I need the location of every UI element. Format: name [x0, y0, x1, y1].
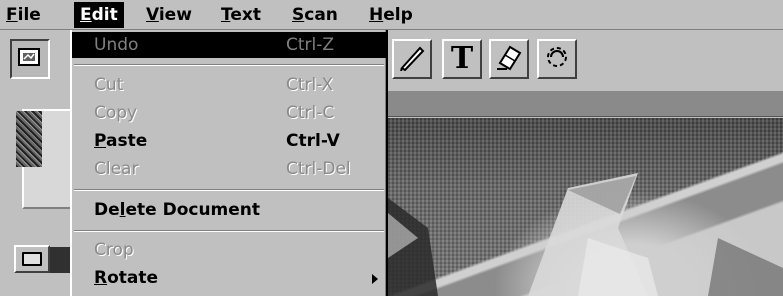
menu-edit-rest: dit: [91, 5, 118, 25]
edit-menu-dropdown: Undo Ctrl-Z Cut Ctrl-X Copy Ctrl-C Paste…: [70, 30, 388, 296]
menu-view[interactable]: View: [140, 2, 198, 28]
menu-file[interactable]: File: [0, 2, 47, 28]
folder-button[interactable]: [14, 245, 50, 273]
menu-help[interactable]: Help: [363, 2, 419, 28]
paste-rest: aste: [106, 131, 148, 151]
scanner-icon: [18, 46, 42, 72]
undo-label: Undo: [94, 35, 139, 55]
cat-photo: [388, 173, 783, 296]
scanner-button[interactable]: [10, 39, 50, 79]
menu-item-copy[interactable]: Copy Ctrl-C: [72, 100, 386, 126]
paste-accel: P: [94, 131, 107, 151]
folder-icon: [22, 252, 42, 266]
crop-label: Crop: [94, 240, 134, 260]
menu-help-rest: elp: [383, 5, 413, 25]
menu-help-accel: H: [369, 5, 384, 25]
menu-item-clear[interactable]: Clear Ctrl-Del: [72, 156, 386, 182]
menu-item-rotate[interactable]: Rotate: [72, 265, 386, 291]
menu-separator: [74, 230, 384, 232]
pen-tool-button[interactable]: [392, 39, 432, 79]
menu-text-accel: T: [221, 5, 231, 25]
menu-item-undo[interactable]: Undo Ctrl-Z: [72, 32, 386, 58]
menu-view-accel: V: [146, 5, 159, 25]
menu-separator: [74, 64, 384, 66]
document-title-bar: [388, 91, 783, 117]
menu-edit[interactable]: Edit: [74, 2, 124, 28]
submenu-arrow-icon: [372, 274, 378, 284]
menu-bar: File Edit View Text Scan Help: [0, 0, 783, 30]
menu-item-cut[interactable]: Cut Ctrl-X: [72, 72, 386, 98]
menu-scan-rest: can: [304, 5, 338, 25]
cut-label: Cut: [94, 75, 124, 95]
delete-document-pre: De: [94, 200, 120, 220]
clear-label: Clear: [94, 159, 139, 179]
lasso-tool-button[interactable]: [537, 39, 577, 79]
rotate-rest: otate: [107, 268, 159, 288]
menu-file-rest: ile: [17, 5, 41, 25]
document-thumbnail[interactable]: [16, 111, 42, 167]
menu-text[interactable]: Text: [215, 2, 267, 28]
menu-item-delete-document[interactable]: Delete Document: [72, 197, 386, 223]
undo-shortcut: Ctrl-Z: [286, 35, 335, 55]
menu-view-rest: iew: [158, 5, 192, 25]
text-tool-button[interactable]: T: [442, 39, 482, 79]
pen-icon: [398, 43, 426, 75]
lasso-icon: [543, 43, 571, 75]
menu-separator: [74, 189, 384, 191]
delete-document-label: Delete Document: [94, 197, 260, 223]
menu-text-rest: ext: [230, 5, 261, 25]
paste-label: Paste: [94, 128, 147, 154]
text-icon: T: [450, 41, 474, 76]
menu-item-crop[interactable]: Crop: [72, 237, 386, 263]
menu-scan[interactable]: Scan: [286, 2, 344, 28]
clear-shortcut: Ctrl-Del: [286, 159, 351, 179]
eraser-tool-button[interactable]: [489, 39, 529, 79]
menu-file-accel: F: [6, 5, 18, 25]
menu-edit-accel: E: [80, 5, 92, 25]
copy-shortcut: Ctrl-C: [286, 103, 335, 123]
rotate-accel: R: [94, 268, 108, 288]
left-panel: [0, 91, 74, 296]
menu-scan-accel: S: [292, 5, 305, 25]
eraser-icon: [495, 43, 523, 75]
cut-shortcut: Ctrl-X: [286, 75, 334, 95]
menu-item-paste[interactable]: Paste Ctrl-V: [72, 128, 386, 154]
delete-document-rest: ete Document: [125, 200, 261, 220]
paste-shortcut: Ctrl-V: [286, 131, 340, 151]
copy-label: Copy: [94, 103, 138, 123]
rotate-label: Rotate: [94, 265, 158, 291]
panel-divider: [50, 247, 70, 273]
image-canvas[interactable]: [388, 118, 783, 296]
